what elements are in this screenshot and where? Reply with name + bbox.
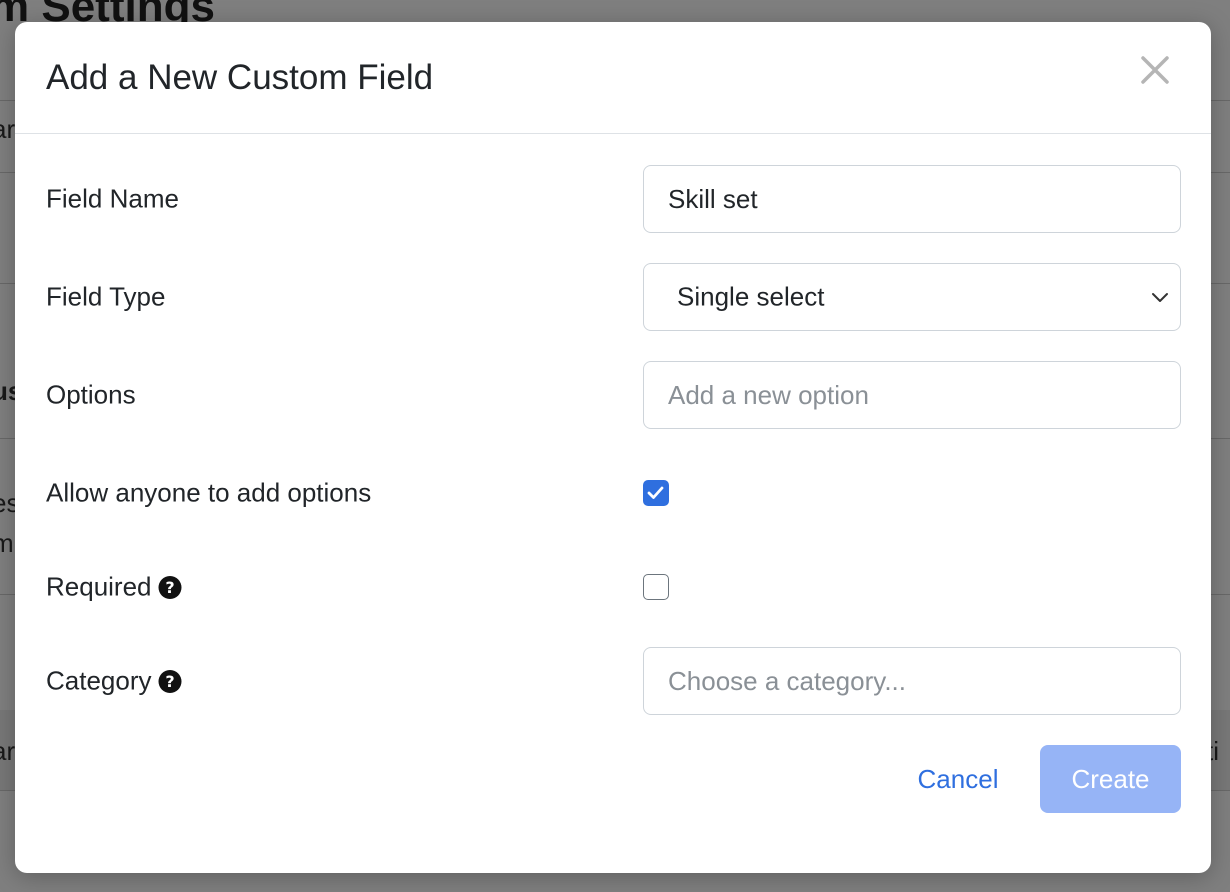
category-input[interactable] — [643, 647, 1181, 715]
question-circle-icon[interactable]: ? — [158, 669, 182, 693]
allow-anyone-label: Allow anyone to add options — [46, 477, 372, 508]
close-icon[interactable] — [1137, 52, 1173, 88]
category-label: Category — [46, 665, 152, 696]
chevron-down-icon — [1150, 287, 1170, 307]
field-name-label: Field Name — [46, 183, 179, 214]
checkmark-icon — [647, 486, 664, 499]
allow-anyone-checkbox[interactable] — [643, 480, 669, 506]
category-label-wrap: Category ? — [46, 666, 182, 697]
modal-header: Add a New Custom Field — [15, 22, 1211, 134]
category-row: Category ? — [46, 647, 1181, 715]
create-button[interactable]: Create — [1040, 745, 1181, 813]
field-type-select[interactable]: Single select — [643, 263, 1181, 331]
required-checkbox[interactable] — [643, 574, 669, 600]
svg-text:?: ? — [165, 672, 174, 691]
options-input[interactable] — [643, 361, 1181, 429]
field-name-row: Field Name — [46, 165, 1181, 233]
cancel-button[interactable]: Cancel — [903, 745, 1013, 813]
field-type-label: Field Type — [46, 281, 166, 312]
add-custom-field-modal: Add a New Custom Field Field Name Field … — [15, 22, 1211, 873]
modal-title: Add a New Custom Field — [46, 58, 434, 97]
allow-anyone-row: Allow anyone to add options — [46, 459, 1181, 527]
required-label: Required — [46, 571, 152, 602]
required-row: Required ? — [46, 553, 1181, 621]
field-type-row: Field Type Single select — [46, 263, 1181, 331]
field-name-input[interactable] — [643, 165, 1181, 233]
options-label: Options — [46, 379, 136, 410]
options-row: Options — [46, 361, 1181, 429]
field-type-selected-value: Single select — [677, 281, 825, 312]
question-circle-icon[interactable]: ? — [158, 575, 182, 599]
required-label-wrap: Required ? — [46, 572, 182, 603]
svg-text:?: ? — [165, 578, 174, 597]
